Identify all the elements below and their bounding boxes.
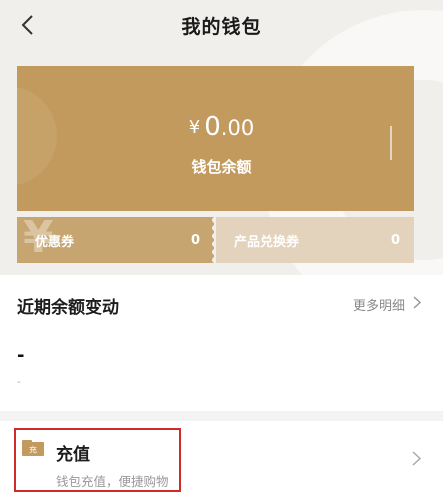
amount-integer: 0 (204, 112, 221, 142)
coupon-count: 0 (190, 232, 200, 248)
balance-amount: ¥0.00 (0, 112, 443, 142)
more-details-label: 更多明细 (352, 299, 405, 314)
coupon-label: 优惠券 (35, 234, 75, 250)
recharge-icon-text: 充 (29, 445, 37, 455)
wallet-header: 我的钱包 ¥0.00 钱包余额 ¥ 优惠券 0 产品兑换券 0 (0, 0, 443, 275)
nav-bar: 我的钱包 (0, 0, 443, 50)
currency-symbol: ¥ (188, 117, 201, 138)
page-title: 我的钱包 (181, 16, 262, 38)
card-divider (390, 126, 392, 160)
balance-label: 钱包余额 (191, 158, 252, 176)
recharge-title: 充值 (56, 445, 90, 465)
coupon-card[interactable]: ¥ 优惠券 0 (17, 215, 214, 263)
recharge-subtitle: 钱包充值，便捷购物 (56, 474, 169, 489)
more-details-link[interactable]: 更多明细 (352, 295, 422, 314)
change-placeholder-value: - (17, 345, 25, 366)
change-placeholder-subtext: - (17, 377, 21, 388)
exchange-voucher-label: 产品兑换券 (234, 234, 300, 250)
recharge-icon: 充 (22, 440, 44, 460)
amount-decimal: .00 (220, 116, 255, 140)
recharge-highlight-box: 充 充值 钱包充值，便捷购物 (14, 428, 181, 492)
recharge-row[interactable]: 充 充值 钱包充值，便捷购物 (0, 421, 443, 499)
chevron-right-icon (413, 296, 422, 313)
exchange-voucher-count: 0 (390, 232, 400, 248)
recent-balance-changes: 近期余额变动 更多明细 - - (0, 275, 443, 411)
exchange-voucher-card[interactable]: 产品兑换券 0 (216, 217, 414, 263)
chevron-right-icon (412, 451, 422, 470)
section-title: 近期余额变动 (17, 298, 119, 318)
